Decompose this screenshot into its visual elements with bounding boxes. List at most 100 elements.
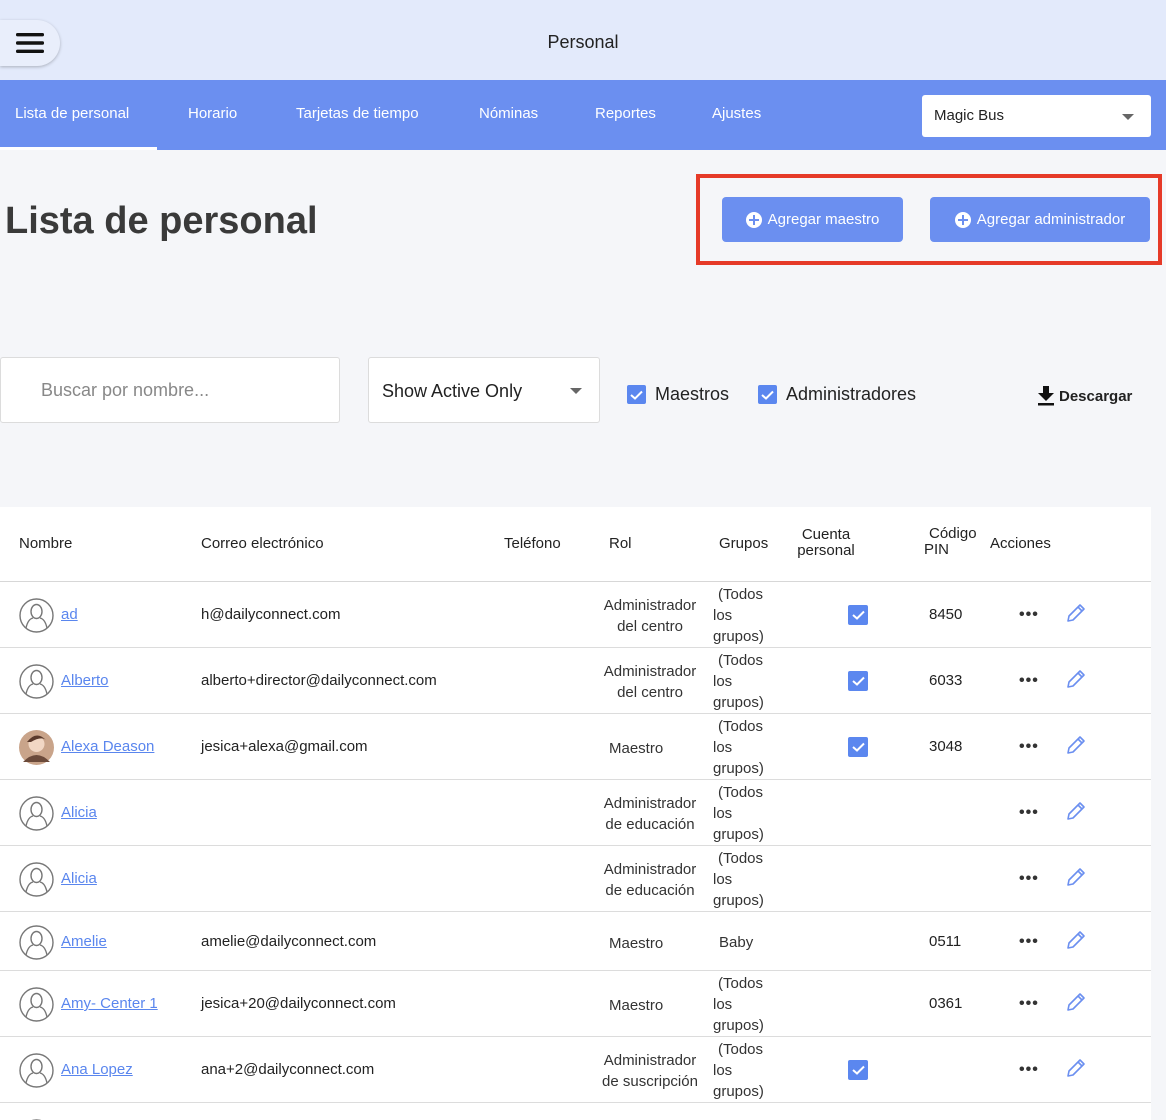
staff-groups-line: los bbox=[713, 1062, 733, 1079]
checkmark-icon bbox=[851, 1065, 865, 1075]
download-button[interactable]: Descargar bbox=[1037, 386, 1132, 406]
more-horizontal-icon[interactable]: ••• bbox=[1019, 606, 1039, 624]
table-row: ad h@dailyconnect.com Administrador del cen… bbox=[0, 582, 1151, 648]
table-row: Alberto alberto+director@dailyconnect.com… bbox=[0, 648, 1151, 714]
more-horizontal-icon[interactable]: ••• bbox=[1019, 870, 1039, 888]
personal-account-checkbox[interactable] bbox=[848, 1060, 868, 1080]
staff-email: jesica+alexa@gmail.com bbox=[201, 738, 368, 755]
pencil-icon[interactable] bbox=[1065, 602, 1087, 624]
admins-checkbox[interactable]: Administradores bbox=[758, 384, 916, 405]
checkbox-checked-icon bbox=[627, 385, 646, 404]
chevron-down-icon bbox=[1122, 114, 1134, 120]
pencil-icon[interactable] bbox=[1065, 734, 1087, 756]
column-header-name[interactable]: Nombre bbox=[19, 536, 72, 552]
status-filter-select[interactable]: Show Active Only bbox=[368, 357, 600, 423]
pencil-icon[interactable] bbox=[1065, 668, 1087, 690]
more-horizontal-icon[interactable]: ••• bbox=[1019, 1061, 1039, 1079]
search-input[interactable] bbox=[0, 357, 340, 423]
app-title: Personal bbox=[547, 32, 619, 52]
pencil-icon[interactable] bbox=[1065, 800, 1087, 822]
column-header-actions: Acciones bbox=[990, 535, 1051, 552]
personal-account-checkbox[interactable] bbox=[848, 671, 868, 691]
staff-groups-line: los bbox=[713, 607, 733, 624]
plus-circle-icon bbox=[745, 211, 762, 228]
table-row: Amy- Center 1 jesica+20@dailyconnect.com M… bbox=[0, 971, 1151, 1037]
checkmark-icon bbox=[851, 676, 865, 686]
more-horizontal-icon[interactable]: ••• bbox=[1019, 738, 1039, 756]
staff-role-line: Administrador bbox=[603, 663, 697, 680]
staff-groups-line: los bbox=[713, 996, 733, 1013]
checkmark-icon bbox=[851, 742, 865, 752]
staff-name-link[interactable]: Ana Lopez bbox=[61, 1061, 133, 1078]
staff-name-link[interactable]: Alicia bbox=[61, 804, 97, 821]
staff-name-link[interactable]: Alicia bbox=[61, 870, 97, 887]
tab-lista-de-personal[interactable]: Lista de personal bbox=[0, 80, 158, 150]
more-horizontal-icon[interactable]: ••• bbox=[1019, 933, 1039, 951]
pencil-icon[interactable] bbox=[1065, 1057, 1087, 1079]
column-header-pin[interactable]: Código PIN bbox=[924, 526, 977, 558]
staff-groups: (Todos los grupos) bbox=[713, 584, 783, 647]
staff-role-line: de suscripción bbox=[602, 1073, 698, 1090]
download-icon bbox=[1038, 386, 1054, 406]
pencil-icon[interactable] bbox=[1065, 929, 1087, 951]
teachers-checkbox-label: Maestros bbox=[655, 384, 730, 404]
staff-role: Administrador del centro bbox=[585, 595, 715, 637]
location-select[interactable]: Magic Bus bbox=[922, 95, 1151, 137]
staff-role: Maestro bbox=[609, 738, 663, 759]
personal-account-checkbox[interactable] bbox=[848, 605, 868, 625]
staff-name-link[interactable]: Alberto bbox=[61, 672, 109, 689]
column-header-groups[interactable]: Grupos bbox=[719, 536, 768, 552]
pencil-icon[interactable] bbox=[1065, 991, 1087, 1013]
staff-name-link[interactable]: ad bbox=[61, 606, 78, 623]
status-filter-value: Show Active Only bbox=[382, 381, 523, 401]
staff-name-link[interactable]: Amy- Center 1 bbox=[61, 995, 158, 1012]
table-row: Alicia Administrador de educación (Todos los… bbox=[0, 780, 1151, 846]
staff-groups: (Todos los grupos) bbox=[713, 973, 783, 1036]
more-horizontal-icon[interactable]: ••• bbox=[1019, 995, 1039, 1013]
table-row: Maestro(Todos bbox=[0, 1103, 1151, 1120]
tab-tarjetas-de-tiempo[interactable]: Tarjetas de tiempo bbox=[296, 80, 419, 150]
staff-name-link[interactable]: Amelie bbox=[61, 933, 107, 950]
add-admin-button[interactable]: Agregar administrador bbox=[930, 197, 1150, 242]
top-bar: Personal bbox=[0, 0, 1166, 80]
table-header: Nombre Correo electrónico Teléfono Rol G… bbox=[0, 507, 1151, 582]
staff-name-link[interactable]: Alexa Deason bbox=[61, 738, 154, 755]
column-header-phone[interactable]: Teléfono bbox=[504, 536, 561, 552]
column-header-email[interactable]: Correo electrónico bbox=[201, 536, 324, 552]
download-label: Descargar bbox=[1059, 387, 1133, 405]
column-header-pin-line2: PIN bbox=[924, 541, 950, 558]
staff-role-line: Administrador bbox=[603, 1052, 697, 1069]
staff-role-line: Maestro bbox=[609, 934, 664, 952]
more-horizontal-icon[interactable]: ••• bbox=[1019, 804, 1039, 822]
staff-pin: 6033 bbox=[929, 672, 963, 689]
staff-groups-line: grupos) bbox=[713, 694, 764, 711]
plus-circle-icon bbox=[954, 211, 971, 228]
staff-pin: 0361 bbox=[929, 995, 963, 1012]
checkmark-icon bbox=[851, 610, 865, 620]
user-avatar-icon bbox=[19, 862, 54, 897]
tab-nominas[interactable]: Nóminas bbox=[479, 80, 538, 150]
tab-reportes[interactable]: Reportes bbox=[595, 80, 656, 150]
pencil-icon[interactable] bbox=[1065, 866, 1087, 888]
staff-role-line: Maestro bbox=[609, 996, 664, 1014]
add-teacher-button[interactable]: Agregar maestro bbox=[722, 197, 903, 242]
column-header-role[interactable]: Rol bbox=[609, 536, 632, 552]
staff-groups: (Todos los grupos) bbox=[713, 848, 783, 911]
staff-pin: 8450 bbox=[929, 606, 963, 623]
user-avatar-icon bbox=[19, 796, 54, 831]
staff-role: Administrador del centro bbox=[585, 661, 715, 703]
add-teacher-label: Agregar maestro bbox=[767, 211, 880, 228]
checkbox-checked-icon bbox=[758, 385, 777, 404]
column-header-account[interactable]: Cuenta personal bbox=[794, 527, 858, 559]
page-title: Lista de personal bbox=[5, 200, 318, 242]
tab-ajustes[interactable]: Ajustes bbox=[712, 80, 761, 150]
more-horizontal-icon[interactable]: ••• bbox=[1019, 672, 1039, 690]
tab-horario[interactable]: Horario bbox=[188, 80, 237, 150]
staff-groups-line: grupos) bbox=[713, 760, 764, 777]
staff-role: Administrador de educación bbox=[585, 859, 715, 901]
staff-role-line: Maestro bbox=[609, 739, 664, 757]
personal-account-checkbox[interactable] bbox=[848, 737, 868, 757]
table-row: Amelie amelie@dailyconnect.com Maestro Baby… bbox=[0, 912, 1151, 971]
staff-groups: (Todos los grupos) bbox=[713, 716, 783, 779]
teachers-checkbox[interactable]: Maestros bbox=[627, 384, 729, 405]
